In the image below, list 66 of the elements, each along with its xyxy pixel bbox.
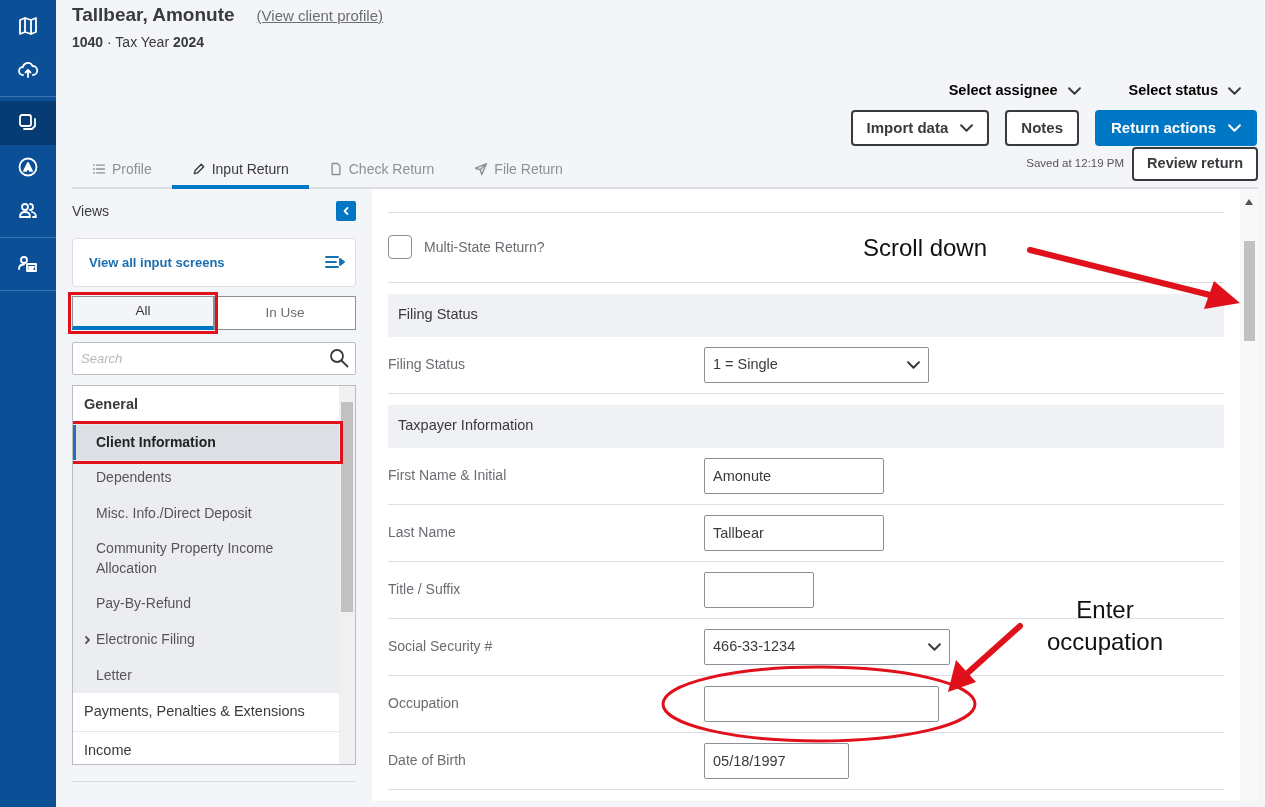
- contact-card-icon: [17, 253, 39, 275]
- map-icon: [17, 15, 39, 37]
- input-field[interactable]: Amonute: [704, 457, 884, 494]
- collapse-button[interactable]: [336, 201, 356, 222]
- client-name: Tallbear, Amonute: [72, 4, 235, 27]
- chevron-right-icon: [84, 635, 92, 646]
- scrollbar-thumb[interactable]: [341, 401, 353, 612]
- field-label: Title / Suffix: [388, 580, 462, 600]
- tree-item[interactable]: Electronic Filing: [73, 622, 339, 658]
- list-icon: [92, 162, 106, 177]
- filter-tab[interactable]: In Use: [214, 295, 356, 330]
- scroll-up-icon: [1245, 198, 1253, 205]
- checkbox[interactable]: [388, 235, 412, 260]
- file-icon: [328, 162, 343, 177]
- saved-status: Saved at 12:19 PM: [1026, 156, 1125, 172]
- tree-item[interactable]: Community Property Income Allocation: [73, 531, 339, 587]
- field-label: Last Name: [388, 523, 457, 543]
- scrollbar[interactable]: [1240, 188, 1258, 801]
- scrollbar[interactable]: [339, 385, 355, 764]
- section-heading: Filing Status: [388, 293, 1224, 337]
- field-label: Date of Birth: [388, 751, 467, 771]
- select-field[interactable]: 466-33-1234: [704, 628, 950, 665]
- annotation-text: Enter occupation: [1045, 595, 1165, 657]
- client-profile-link[interactable]: (View client profile): [256, 5, 384, 28]
- annotation-text: Scroll down: [861, 233, 989, 263]
- input-field[interactable]: Tallbear: [704, 514, 884, 551]
- chevron-down-icon: [907, 360, 920, 369]
- list-arrow-icon: [325, 254, 345, 271]
- tree-item[interactable]: Pay-By-Refund: [73, 586, 339, 623]
- tree-item[interactable]: Letter: [73, 657, 339, 694]
- action-button[interactable]: Return actions: [1095, 109, 1257, 146]
- field-label: Multi-State Return?: [424, 237, 546, 257]
- field-label: Occupation: [388, 694, 460, 714]
- views-heading: Views: [72, 201, 110, 221]
- action-button[interactable]: Import data: [850, 109, 990, 146]
- cloud-upload-icon: [17, 59, 39, 81]
- search-field[interactable]: Search: [72, 341, 356, 375]
- field-label: Social Security #: [388, 637, 494, 657]
- chevron-down-icon: [1228, 86, 1241, 95]
- triangle-circle-icon: [17, 156, 39, 178]
- tab[interactable]: Input Return: [171, 153, 309, 189]
- return-subtitle: 1040 · Tax Year 2024: [72, 32, 206, 52]
- pencil-icon: [191, 162, 206, 177]
- input-field[interactable]: 05/18/1997: [704, 742, 849, 779]
- tree-item[interactable]: Dependents: [73, 460, 339, 496]
- view-all-link[interactable]: View all input screens: [72, 237, 356, 287]
- chevron-down-icon: [928, 642, 941, 651]
- chevron-down-icon: [1067, 86, 1081, 95]
- input-field[interactable]: [704, 571, 814, 608]
- review-return-button[interactable]: Review return: [1132, 146, 1258, 181]
- chevron-down-icon: [1228, 123, 1241, 132]
- paper-plane-icon: [474, 162, 489, 177]
- scrollbar-thumb[interactable]: [1244, 240, 1255, 341]
- select-field[interactable]: 1 = Single: [704, 346, 929, 383]
- select-dropdown[interactable]: Select assignee: [948, 80, 1081, 102]
- field-label: Filing Status: [388, 355, 467, 375]
- chevron-left-icon: [341, 206, 351, 217]
- rail-button[interactable]: [0, 101, 56, 145]
- field-label: First Name & Initial: [388, 466, 508, 486]
- chevron-down-icon: [960, 123, 974, 132]
- tree-item[interactable]: Misc. Info./Direct Deposit: [73, 495, 339, 532]
- select-dropdown[interactable]: Select status: [1128, 80, 1241, 102]
- section-heading: Taxpayer Information: [388, 404, 1224, 448]
- input-field[interactable]: [704, 685, 939, 722]
- action-button[interactable]: Notes: [1005, 109, 1079, 146]
- search-icon: [329, 347, 349, 368]
